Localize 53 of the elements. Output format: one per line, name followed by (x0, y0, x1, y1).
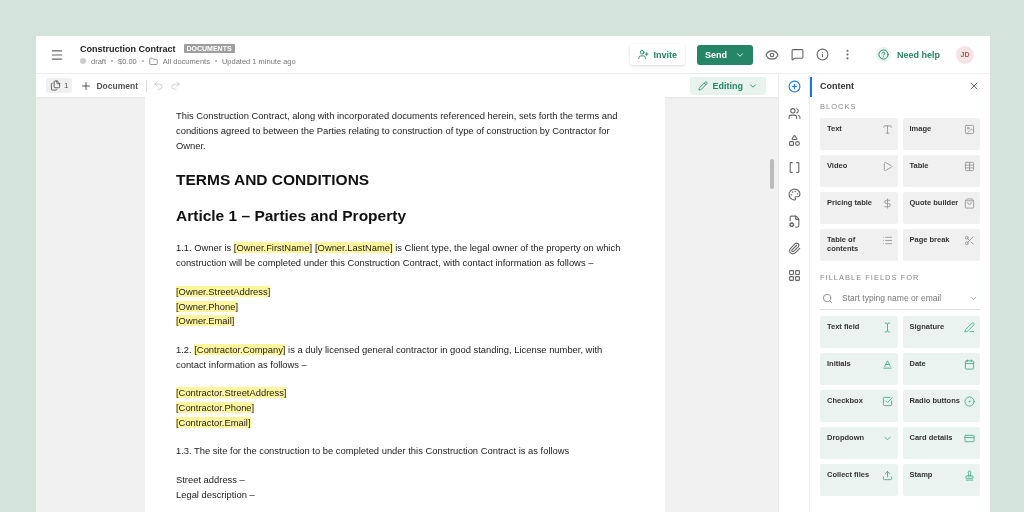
search-icon (822, 292, 833, 304)
close-icon[interactable] (968, 80, 980, 92)
add-person-icon (638, 49, 650, 60)
palette-icon[interactable] (787, 188, 801, 201)
table-icon (964, 161, 975, 172)
section-title: TERMS AND CONDITIONS (176, 171, 371, 190)
invite-button[interactable]: Invite (630, 44, 685, 65)
bag-icon (964, 198, 975, 209)
need-help-button[interactable]: Need help (876, 47, 940, 62)
status-dot (80, 58, 86, 64)
eye-icon[interactable] (765, 47, 779, 62)
document-title: Construction Contract (80, 43, 176, 54)
paragraph: 1.2. [Contractor.Company] is a duly licensed general contractor in good standing, License number, with contact information as follows – (176, 342, 604, 372)
recipient-search-field[interactable]: Start typing name or email (840, 292, 962, 304)
menu-icon[interactable] (50, 47, 64, 62)
send-button[interactable]: Send (696, 44, 753, 65)
card-icon (964, 433, 975, 444)
folder-icon (148, 56, 158, 66)
scissors-icon (964, 235, 975, 246)
scrollbar-thumb[interactable] (770, 159, 774, 189)
paperclip-icon[interactable] (787, 242, 801, 255)
add-document-button[interactable]: Document (78, 79, 147, 92)
pencil-icon (697, 80, 708, 91)
text-line: Street address – (176, 472, 245, 487)
letters-underline-icon (881, 359, 893, 370)
editing-dropdown[interactable]: Editing (689, 76, 766, 95)
paragraph: 1.3. The site for the construction to be completed under this Construction Contract is as follows (176, 444, 571, 459)
list-icon (881, 235, 893, 246)
pen-icon (964, 322, 975, 333)
panel-title: Content (820, 81, 854, 91)
image-icon (964, 124, 975, 135)
plus-icon (80, 79, 93, 92)
add-content-icon[interactable] (787, 80, 801, 93)
stamp-icon (964, 470, 975, 481)
info-icon[interactable] (816, 48, 829, 61)
question-icon (876, 47, 891, 62)
paragraph: 1.1. Owner is [Owner.FirstName] [Owner.LastName] is Client type, the legal owner of the property on which construction will be completed under this Construction Contract, with contact information as follows – (176, 241, 622, 271)
play-icon (881, 161, 893, 172)
upload-icon (881, 470, 893, 481)
article-heading: Article 1 – Parties and Property (176, 207, 407, 226)
calendar-icon (964, 359, 975, 370)
page-count-button[interactable]: 1 (46, 78, 73, 93)
shapes-icon[interactable] (787, 134, 801, 147)
people-icon[interactable] (787, 107, 801, 120)
active-tab-indicator (809, 77, 812, 97)
text-line: Legal description – (176, 487, 255, 502)
brackets-icon[interactable] (787, 161, 801, 174)
comment-icon[interactable] (791, 48, 804, 61)
pages-icon (50, 80, 61, 91)
paragraph: This Construction Contract, along with incorporated documents referenced herein, sets forth the terms and conditions agreed to between the Parties relating to construction of type of construction by Contractor for Owner. (176, 109, 619, 153)
radio-icon (964, 396, 975, 407)
document-settings-icon[interactable] (787, 215, 801, 228)
checkbox-icon (881, 396, 893, 407)
